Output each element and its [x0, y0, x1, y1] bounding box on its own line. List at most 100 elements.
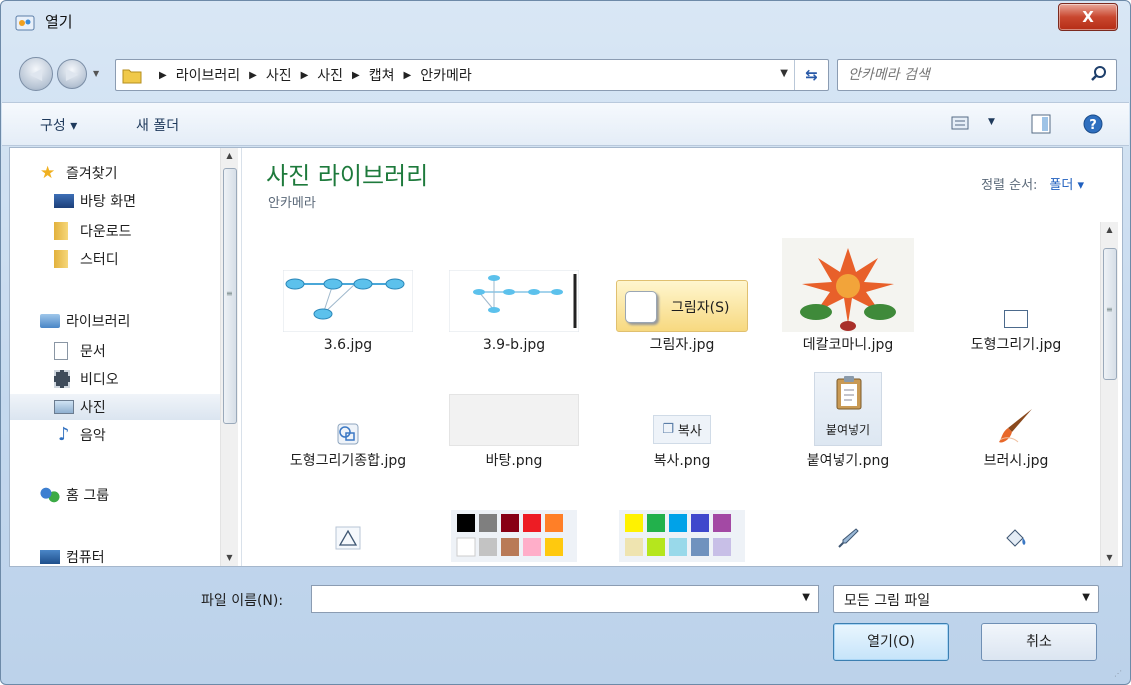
desktop-icon: [54, 194, 74, 208]
nav-study[interactable]: 스터디: [54, 246, 119, 272]
nav-favorites[interactable]: ★ 즐겨찾기: [40, 160, 118, 186]
file-name-field[interactable]: ▼: [311, 585, 819, 613]
view-options-icon[interactable]: [950, 113, 972, 133]
picture-icon: [54, 400, 74, 414]
file-thumbnail: 붙여넣기: [768, 372, 928, 446]
resize-grip-icon[interactable]: ⋰: [1114, 669, 1126, 681]
close-button[interactable]: X: [1058, 3, 1118, 31]
forward-button[interactable]: ▶: [57, 59, 87, 89]
nav-label: 라이브러리: [66, 314, 131, 330]
clipboard-icon: [836, 376, 862, 410]
navigation-scrollbar[interactable]: ▲ ≡ ▼: [220, 148, 238, 566]
open-dialog: 열기 X ◀ ▶ ▼ ▶ 라이브러리 ▶ 사진 ▶ 사진 ▶ 캡쳐 ▶ 안카메라…: [0, 0, 1131, 685]
file-tile[interactable]: 도형그리기종합.jpg: [268, 386, 428, 496]
view-dropdown-icon[interactable]: ▼: [988, 117, 995, 127]
nav-homegroup[interactable]: 홈 그룹: [40, 482, 109, 508]
nav-pictures[interactable]: 사진: [10, 394, 220, 420]
file-tile[interactable]: ❐ 복사 복사.png: [602, 386, 762, 496]
breadcrumb-pictures[interactable]: 사진: [266, 65, 292, 85]
file-view-scrollbar[interactable]: ▲ ≡ ▼: [1100, 222, 1118, 566]
organize-menu[interactable]: 구성 ▾: [40, 115, 77, 135]
file-thumbnail: [268, 520, 428, 550]
eyedropper-icon: [838, 528, 859, 548]
file-tile[interactable]: 도형그리기.jpg: [936, 232, 1096, 372]
file-tile[interactable]: 3.6.jpg: [268, 232, 428, 372]
file-view: 사진 라이브러리 안카메라 정렬 순서: 폴더 ▾ 3.6.jpg 3.9-b.…: [252, 148, 1118, 566]
file-tile[interactable]: 붙여넣기 붙여넣기.png: [768, 372, 928, 496]
search-input[interactable]: [848, 65, 1078, 85]
file-tile[interactable]: [936, 506, 1096, 566]
svg-text:?: ?: [1089, 118, 1097, 133]
new-folder-button[interactable]: 새 폴더: [136, 115, 179, 135]
nav-videos[interactable]: 비디오: [54, 366, 119, 392]
library-title: 사진 라이브러리: [266, 162, 429, 190]
sort-value-link[interactable]: 폴더 ▾: [1049, 178, 1084, 193]
refresh-button[interactable]: ⇆: [794, 60, 828, 90]
nav-label: 음악: [80, 428, 106, 444]
search-box[interactable]: [837, 59, 1117, 91]
file-tile[interactable]: 3.9-b.jpg: [434, 232, 594, 372]
forward-arrow-icon: ▶: [65, 64, 79, 83]
title-bar[interactable]: 열기 X: [1, 1, 1130, 45]
file-name-dropdown-icon[interactable]: ▼: [802, 592, 810, 603]
scroll-down-arrow-icon[interactable]: ▼: [221, 550, 238, 566]
file-tile[interactable]: 그림자(S) 그림자.jpg: [602, 232, 762, 372]
shadow-button-thumbnail: 그림자(S): [616, 280, 748, 332]
file-tile[interactable]: [268, 506, 428, 566]
breadcrumb-separator-icon[interactable]: ▶: [404, 70, 412, 81]
help-icon[interactable]: ?: [1082, 113, 1104, 135]
file-tile[interactable]: [602, 506, 762, 566]
search-icon[interactable]: [1090, 65, 1108, 83]
scroll-up-arrow-icon[interactable]: ▲: [1101, 222, 1118, 238]
address-bar[interactable]: ▶ 라이브러리 ▶ 사진 ▶ 사진 ▶ 캡쳐 ▶ 안카메라 ▼ ⇆: [115, 59, 829, 91]
nav-desktop[interactable]: 바탕 화면: [54, 188, 136, 214]
breadcrumb-pictures-2[interactable]: 사진: [317, 65, 343, 85]
file-type-dropdown-icon[interactable]: ▼: [1082, 592, 1090, 603]
address-dropdown-icon[interactable]: ▼: [780, 68, 788, 79]
back-button[interactable]: ◀: [19, 57, 53, 91]
file-name-label: 파일 이름(N):: [201, 593, 284, 609]
thumbnail-text: 그림자(S): [671, 300, 730, 316]
color-palette-thumbnail: [619, 510, 745, 562]
nav-documents[interactable]: 문서: [54, 338, 106, 364]
dialog-footer: 파일 이름(N): ▼ 모든 그림 파일 ▼ 열기(O) 취소 ⋰: [1, 567, 1130, 684]
file-tile[interactable]: [434, 506, 594, 566]
scroll-up-arrow-icon[interactable]: ▲: [221, 148, 238, 164]
breadcrumb-current[interactable]: 안카메라: [420, 65, 472, 85]
file-tile[interactable]: 브러시.jpg: [936, 386, 1096, 496]
breadcrumb-libraries[interactable]: 라이브러리: [176, 65, 240, 85]
paste-button-thumbnail: 붙여넣기: [814, 372, 882, 446]
file-tile[interactable]: 바탕.png: [434, 386, 594, 496]
breadcrumb: ▶ 라이브러리 ▶ 사진 ▶ 사진 ▶ 캡쳐 ▶ 안카메라: [150, 65, 472, 85]
file-tile[interactable]: 데칼코마니.jpg: [768, 232, 928, 372]
recent-pages-dropdown-icon[interactable]: ▼: [93, 69, 99, 78]
preview-pane-icon[interactable]: [1030, 113, 1052, 135]
scroll-down-arrow-icon[interactable]: ▼: [1101, 550, 1118, 566]
file-thumbnail: [936, 520, 1096, 550]
breadcrumb-separator-icon[interactable]: ▶: [301, 70, 309, 81]
scrollbar-thumb[interactable]: ≡: [223, 168, 237, 424]
nav-music[interactable]: ♪ 음악: [58, 422, 106, 448]
breadcrumb-separator-icon[interactable]: ▶: [352, 70, 360, 81]
decalcomania-thumbnail-icon: [782, 238, 914, 332]
shadow-square-icon: [625, 291, 657, 323]
nav-libraries[interactable]: 라이브러리: [40, 308, 130, 334]
file-name: 바탕.png: [485, 453, 543, 469]
nav-downloads[interactable]: 다운로드: [54, 218, 132, 244]
open-button[interactable]: 열기(O): [833, 623, 949, 661]
nav-label: 컴퓨터: [66, 550, 105, 566]
file-thumbnail: ❐ 복사: [602, 412, 762, 444]
breadcrumb-separator-icon[interactable]: ▶: [249, 70, 257, 81]
breadcrumb-separator-icon[interactable]: ▶: [159, 70, 167, 81]
scrollbar-thumb[interactable]: ≡: [1103, 248, 1117, 380]
nav-label: 문서: [80, 344, 106, 360]
file-name: 도형그리기.jpg: [970, 337, 1062, 353]
nav-label: 비디오: [80, 372, 119, 388]
breadcrumb-capture[interactable]: 캡쳐: [369, 65, 395, 85]
cancel-button[interactable]: 취소: [981, 623, 1097, 661]
document-icon: [54, 342, 68, 360]
file-type-select[interactable]: 모든 그림 파일 ▼: [833, 585, 1099, 613]
brush-icon: [999, 409, 1032, 443]
file-thumbnail: [434, 506, 594, 562]
file-tile[interactable]: [768, 506, 928, 566]
